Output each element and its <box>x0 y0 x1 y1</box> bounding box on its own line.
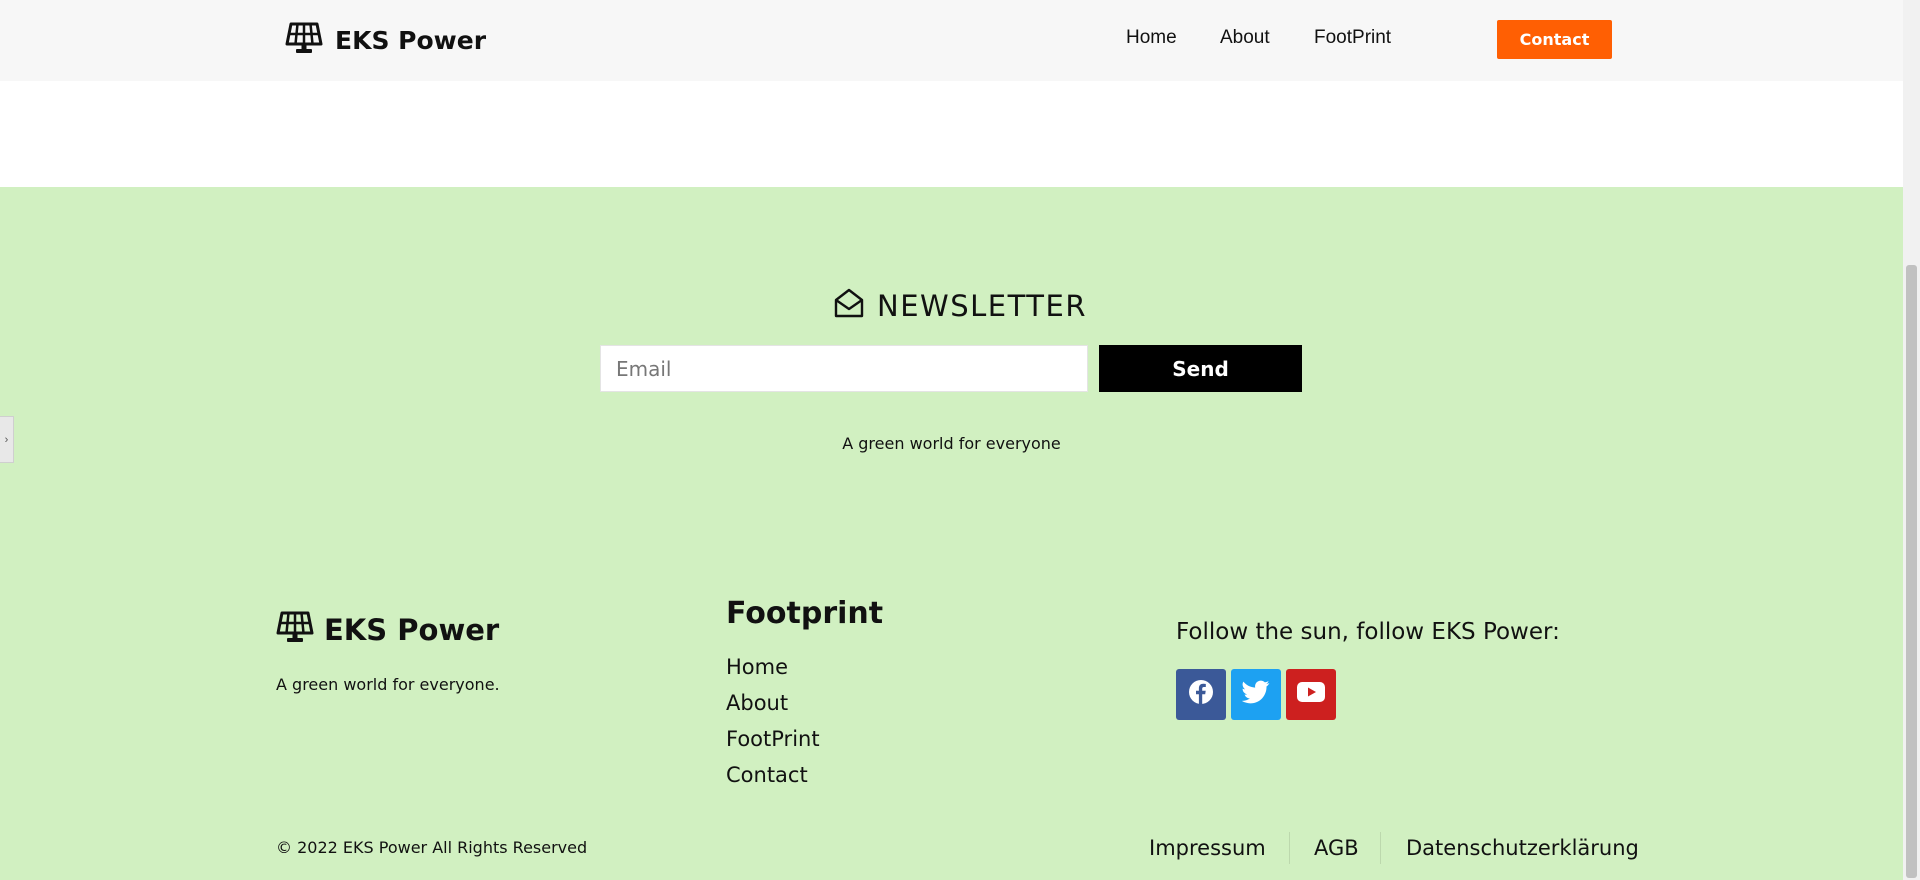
brand-name: EKS Power <box>335 25 487 55</box>
legal-agb[interactable]: AGB <box>1314 836 1359 860</box>
nav-about[interactable]: About <box>1220 27 1270 51</box>
youtube-button[interactable] <box>1286 669 1336 720</box>
nav-footprint[interactable]: FootPrint <box>1314 27 1391 51</box>
legal-divider <box>1289 832 1290 864</box>
legal-divider <box>1380 832 1381 864</box>
copyright: © 2022 EKS Power All Rights Reserved <box>276 838 588 857</box>
footer-link-home[interactable]: Home <box>726 655 788 679</box>
solar-panel-icon <box>285 22 323 59</box>
facebook-button[interactable] <box>1176 669 1226 720</box>
send-button[interactable]: Send <box>1099 345 1302 392</box>
footer-links-title: Footprint <box>726 596 884 631</box>
chevron-right-icon: › <box>4 433 9 446</box>
contact-button[interactable]: Contact <box>1497 20 1612 59</box>
youtube-icon <box>1297 682 1325 707</box>
header-brand[interactable]: EKS Power <box>285 22 486 58</box>
legal-datenschutz[interactable]: Datenschutzerklärung <box>1406 836 1639 860</box>
email-input[interactable] <box>600 345 1088 392</box>
legal-impressum[interactable]: Impressum <box>1149 836 1266 860</box>
twitter-icon <box>1241 680 1270 709</box>
newsletter-tagline: A green world for everyone <box>842 434 1061 453</box>
footer-link-footprint[interactable]: FootPrint <box>726 727 820 751</box>
footer-brand[interactable]: EKS Power <box>276 611 499 648</box>
footer-link-contact[interactable]: Contact <box>726 763 808 787</box>
site-header: EKS Power Home About FootPrint Contact <box>0 0 1903 81</box>
nav-home[interactable]: Home <box>1126 27 1177 51</box>
footer-link-about[interactable]: About <box>726 691 788 715</box>
footer-tagline: A green world for everyone. <box>276 675 500 694</box>
newsletter-title: NEWSLETTER <box>877 288 1087 323</box>
solar-panel-icon <box>276 611 314 648</box>
follow-title: Follow the sun, follow EKS Power: <box>1176 619 1560 645</box>
side-panel-toggle[interactable]: › <box>0 416 14 463</box>
newsletter-heading: NEWSLETTER <box>833 287 1087 324</box>
envelope-open-icon <box>833 287 865 324</box>
scrollbar-thumb[interactable] <box>1906 265 1917 878</box>
twitter-button[interactable] <box>1231 669 1281 720</box>
footer-brand-name: EKS Power <box>324 612 500 647</box>
facebook-icon <box>1188 679 1214 710</box>
